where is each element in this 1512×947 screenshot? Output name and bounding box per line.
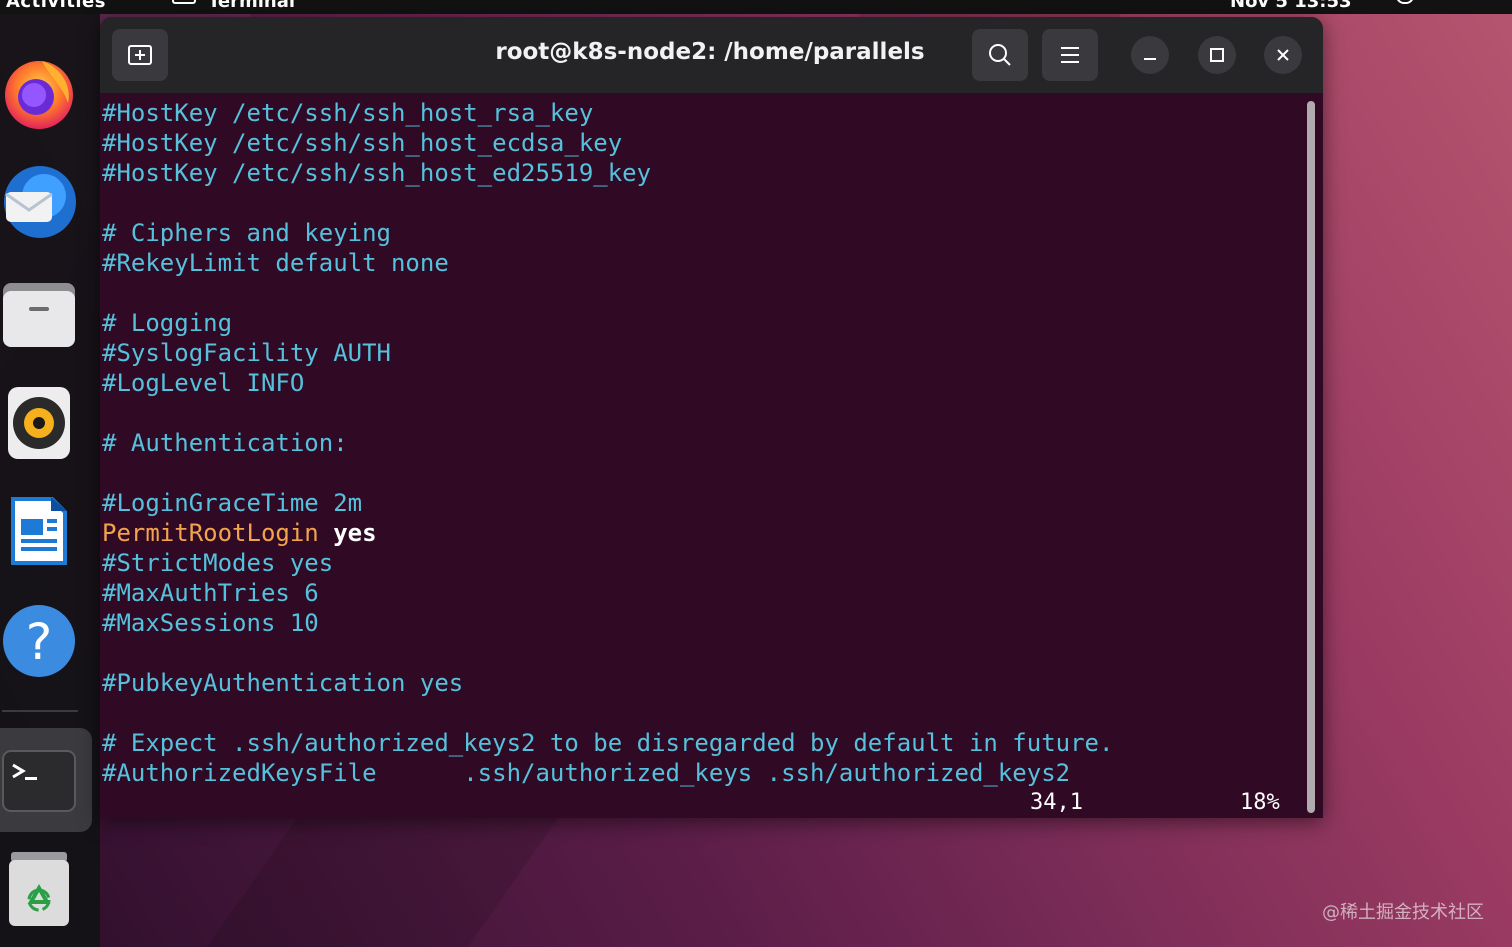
terminal-line: # Logging — [102, 309, 233, 337]
terminal-content[interactable]: #HostKey /etc/ssh/ssh_host_rsa_key #Host… — [100, 97, 1305, 818]
trash-icon — [9, 852, 69, 926]
terminal-line: #HostKey /etc/ssh/ssh_host_ed25519_key — [102, 159, 652, 187]
terminal-line: #MaxAuthTries 6 — [102, 579, 319, 607]
terminal-line: #HostKey /etc/ssh/ssh_host_ecdsa_key — [102, 129, 623, 157]
clock[interactable]: Nov 5 13:53 — [1230, 0, 1352, 12]
dock-item-firefox[interactable] — [0, 54, 78, 132]
window-title: root@k8s-node2: /home/parallels — [495, 39, 925, 65]
terminal-line: #PubkeyAuthentication yes — [102, 669, 464, 697]
terminal-line: #HostKey /etc/ssh/ssh_host_rsa_key — [102, 99, 594, 127]
minimize-icon — [1144, 58, 1156, 60]
dock-separator — [2, 710, 78, 712]
menu-button[interactable] — [1042, 29, 1098, 81]
thunderbird-icon — [4, 166, 76, 238]
dock-item-thunderbird[interactable] — [0, 164, 78, 242]
minimize-button[interactable] — [1131, 36, 1169, 74]
terminal-line: #AuthorizedKeysFile .ssh/authorized_keys… — [102, 759, 1071, 787]
writer-icon — [11, 497, 67, 565]
close-icon — [1277, 49, 1289, 61]
dock-item-terminal[interactable] — [0, 742, 78, 820]
new-tab-icon — [128, 45, 152, 65]
hamburger-menu-icon — [1061, 47, 1079, 63]
scroll-percent: 18% — [1240, 790, 1280, 815]
terminal-icon — [2, 750, 76, 812]
terminal-line: #RekeyLimit default none — [102, 249, 449, 277]
dock-item-files[interactable] — [0, 274, 78, 352]
activities-button[interactable]: Activities — [6, 0, 106, 12]
terminal-line: # Expect .ssh/authorized_keys2 to be dis… — [102, 729, 1114, 757]
dock: ? — [0, 14, 100, 947]
files-icon — [3, 283, 75, 347]
terminal-window: root@k8s-node2: /home/parallels #HostKey… — [100, 17, 1323, 818]
terminal-line-permitrootlogin: PermitRootLogin yes — [102, 518, 377, 548]
dock-item-writer[interactable] — [0, 492, 78, 570]
top-bar: Activities Terminal Nov 5 13:53 — [0, 0, 1512, 14]
firefox-icon — [5, 61, 73, 129]
search-button[interactable] — [972, 29, 1028, 81]
cursor-position: 34,1 — [1030, 790, 1083, 815]
maximize-icon — [1210, 48, 1224, 62]
terminal-app-icon — [172, 0, 196, 4]
scrollbar[interactable] — [1307, 101, 1315, 813]
app-menu[interactable]: Terminal — [208, 0, 295, 12]
terminal-line: #LoginGraceTime 2m — [102, 489, 363, 517]
search-icon — [989, 44, 1011, 66]
directive-key: PermitRootLogin — [102, 519, 319, 547]
notification-bell-icon[interactable] — [1396, 0, 1414, 4]
terminal-line: #MaxSessions 10 — [102, 609, 319, 637]
directive-value: yes — [333, 519, 377, 547]
dock-item-help[interactable]: ? — [0, 602, 78, 680]
terminal-line: # Authentication: — [102, 429, 348, 457]
terminal-line: #SyslogFacility AUTH — [102, 339, 391, 367]
titlebar: root@k8s-node2: /home/parallels — [100, 17, 1323, 93]
new-tab-button[interactable] — [112, 29, 168, 81]
dock-item-rhythmbox[interactable] — [0, 384, 78, 462]
watermark: @稀土掘金技术社区 — [1322, 902, 1484, 923]
svg-text:?: ? — [26, 613, 53, 671]
help-icon: ? — [3, 605, 75, 677]
close-button[interactable] — [1264, 36, 1302, 74]
terminal-line: #StrictModes yes — [102, 549, 334, 577]
terminal-line: # Ciphers and keying — [102, 219, 391, 247]
rhythmbox-icon — [8, 387, 70, 459]
terminal-line: #LogLevel INFO — [102, 369, 305, 397]
dock-item-trash[interactable] — [0, 850, 78, 928]
maximize-button[interactable] — [1198, 36, 1236, 74]
